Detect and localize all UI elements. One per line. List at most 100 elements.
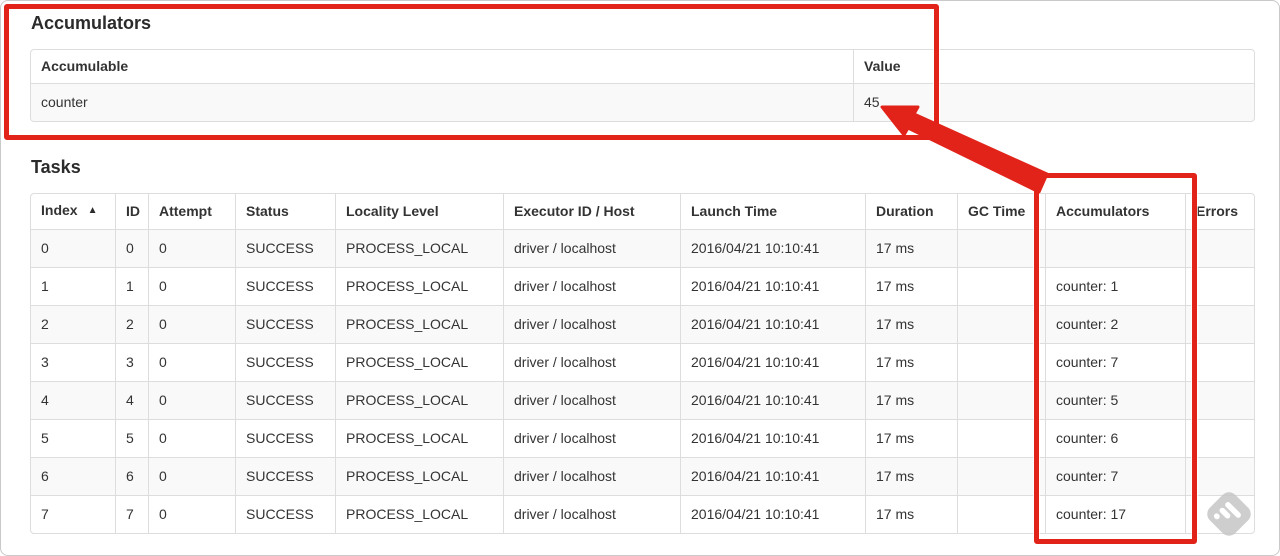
cell-locality_level: PROCESS_LOCAL: [335, 267, 503, 305]
cell-value: 45: [853, 83, 1254, 121]
cell-duration: 17 ms: [865, 381, 957, 419]
column-header-value[interactable]: Value: [853, 50, 1254, 83]
column-header-accumulable[interactable]: Accumulable: [31, 50, 853, 83]
cell-attempt: 0: [148, 305, 235, 343]
column-header-gc_time[interactable]: GC Time: [957, 194, 1045, 229]
column-header-errors[interactable]: Errors: [1185, 194, 1254, 229]
cell-status: SUCCESS: [235, 457, 335, 495]
column-header-launch_time[interactable]: Launch Time: [680, 194, 865, 229]
sort-ascending-icon: ▲: [87, 205, 98, 216]
cell-accumulators: counter: 5: [1045, 381, 1185, 419]
cell-launch_time: 2016/04/21 10:10:41: [680, 343, 865, 381]
cell-attempt: 0: [148, 267, 235, 305]
cell-index: 6: [31, 457, 115, 495]
column-header-executor_id_host[interactable]: Executor ID / Host: [503, 194, 680, 229]
cell-errors: [1185, 419, 1254, 457]
cell-attempt: 0: [148, 457, 235, 495]
cell-gc_time: [957, 305, 1045, 343]
cell-gc_time: [957, 457, 1045, 495]
cell-locality_level: PROCESS_LOCAL: [335, 305, 503, 343]
cell-errors: [1185, 305, 1254, 343]
cell-errors: [1185, 267, 1254, 305]
task-row: 1 1 0 SUCCESS PROCESS_LOCAL driver / localhos…: [31, 267, 1254, 305]
cell-id: 3: [115, 343, 148, 381]
task-row: 3 3 0 SUCCESS PROCESS_LOCAL driver / localhos…: [31, 343, 1254, 381]
cell-executor_id_host: driver / localhost: [503, 495, 680, 533]
cell-id: 0: [115, 229, 148, 267]
column-header-duration[interactable]: Duration: [865, 194, 957, 229]
cell-duration: 17 ms: [865, 343, 957, 381]
task-row: 6 6 0 SUCCESS PROCESS_LOCAL driver / localhos…: [31, 457, 1254, 495]
cell-index: 0: [31, 229, 115, 267]
cell-locality_level: PROCESS_LOCAL: [335, 229, 503, 267]
column-header-id[interactable]: ID: [115, 194, 148, 229]
accumulators-heading: Accumulators: [31, 13, 152, 33]
watermark: [1203, 488, 1255, 540]
column-header-index[interactable]: Index ▲: [31, 194, 115, 229]
cell-gc_time: [957, 343, 1045, 381]
cell-index: 2: [31, 305, 115, 343]
cell-locality_level: PROCESS_LOCAL: [335, 419, 503, 457]
cell-executor_id_host: driver / localhost: [503, 457, 680, 495]
cell-accumulable: counter: [31, 83, 853, 121]
cell-accumulators: [1045, 229, 1185, 267]
header-row: Accumulable Value: [31, 50, 1254, 83]
cell-duration: 17 ms: [865, 457, 957, 495]
cell-id: 4: [115, 381, 148, 419]
cell-status: SUCCESS: [235, 343, 335, 381]
cell-accumulators: counter: 7: [1045, 343, 1185, 381]
cell-launch_time: 2016/04/21 10:10:41: [680, 419, 865, 457]
cell-id: 6: [115, 457, 148, 495]
cell-errors: [1185, 229, 1254, 267]
cell-gc_time: [957, 229, 1045, 267]
task-row: 2 2 0 SUCCESS PROCESS_LOCAL driver / localhos…: [31, 305, 1254, 343]
cell-launch_time: 2016/04/21 10:10:41: [680, 267, 865, 305]
cell-launch_time: 2016/04/21 10:10:41: [680, 229, 865, 267]
cell-status: SUCCESS: [235, 229, 335, 267]
tasks-table: Index ▲ ID Attempt Status Locality Level Execu…: [30, 193, 1255, 534]
cell-duration: 17 ms: [865, 267, 957, 305]
cell-attempt: 0: [148, 229, 235, 267]
cell-status: SUCCESS: [235, 419, 335, 457]
cell-attempt: 0: [148, 419, 235, 457]
accumulators-table: Accumulable Value counter 45: [30, 49, 1255, 122]
cell-executor_id_host: driver / localhost: [503, 419, 680, 457]
cell-accumulators: counter: 1: [1045, 267, 1185, 305]
cell-index: 3: [31, 343, 115, 381]
cell-attempt: 0: [148, 343, 235, 381]
tasks-section: Tasks Index ▲ ID Attempt Status Locality Leve…: [30, 157, 1255, 534]
feedly-logo-icon: [1207, 492, 1251, 536]
cell-accumulators: counter: 17: [1045, 495, 1185, 533]
cell-status: SUCCESS: [235, 267, 335, 305]
cell-status: SUCCESS: [235, 305, 335, 343]
cell-attempt: 0: [148, 495, 235, 533]
column-header-accumulators[interactable]: Accumulators: [1045, 194, 1185, 229]
cell-index: 1: [31, 267, 115, 305]
cell-index: 5: [31, 419, 115, 457]
cell-duration: 17 ms: [865, 495, 957, 533]
cell-duration: 17 ms: [865, 305, 957, 343]
cell-errors: [1185, 381, 1254, 419]
column-header-attempt[interactable]: Attempt: [148, 194, 235, 229]
cell-locality_level: PROCESS_LOCAL: [335, 381, 503, 419]
task-row: 7 7 0 SUCCESS PROCESS_LOCAL driver / localhos…: [31, 495, 1254, 533]
cell-executor_id_host: driver / localhost: [503, 267, 680, 305]
task-row: 0 0 0 SUCCESS PROCESS_LOCAL driver / localhos…: [31, 229, 1254, 267]
task-row: 4 4 0 SUCCESS PROCESS_LOCAL driver / localhos…: [31, 381, 1254, 419]
column-header-locality_level[interactable]: Locality Level: [335, 194, 503, 229]
cell-attempt: 0: [148, 381, 235, 419]
accumulator-row: counter 45: [31, 83, 1254, 121]
cell-accumulators: counter: 6: [1045, 419, 1185, 457]
column-header-status[interactable]: Status: [235, 194, 335, 229]
spark-stage-page: Accumulators Accumulable Value counter 45 T…: [0, 0, 1280, 556]
cell-launch_time: 2016/04/21 10:10:41: [680, 457, 865, 495]
cell-executor_id_host: driver / localhost: [503, 381, 680, 419]
cell-index: 7: [31, 495, 115, 533]
cell-status: SUCCESS: [235, 381, 335, 419]
cell-executor_id_host: driver / localhost: [503, 305, 680, 343]
cell-duration: 17 ms: [865, 419, 957, 457]
cell-launch_time: 2016/04/21 10:10:41: [680, 305, 865, 343]
cell-errors: [1185, 343, 1254, 381]
cell-locality_level: PROCESS_LOCAL: [335, 457, 503, 495]
cell-executor_id_host: driver / localhost: [503, 343, 680, 381]
